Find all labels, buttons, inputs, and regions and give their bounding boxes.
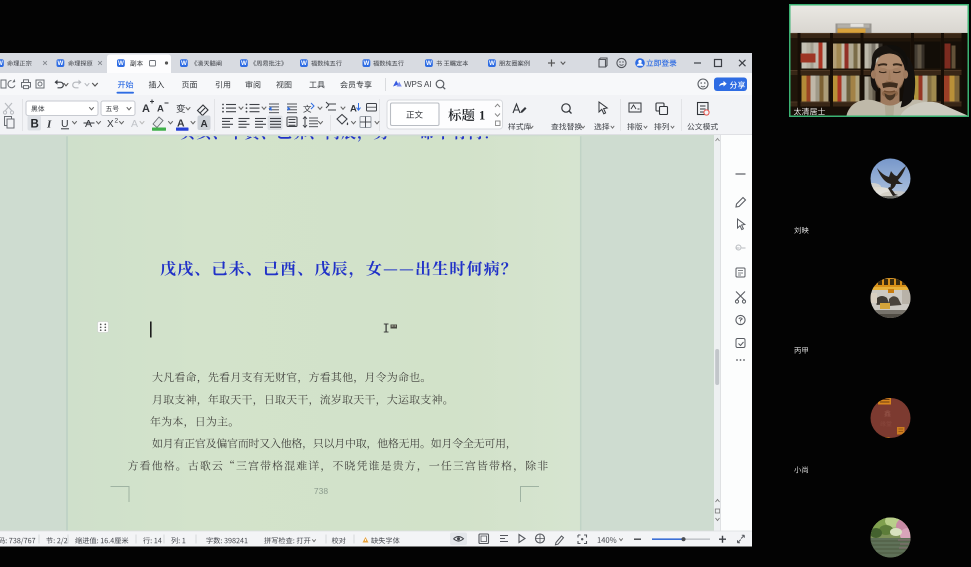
svg-text:W: W	[301, 60, 307, 67]
svg-text:W: W	[57, 60, 63, 67]
svg-text:W: W	[241, 60, 247, 67]
svg-text:X: X	[107, 119, 114, 130]
svg-text:I: I	[46, 119, 52, 131]
svg-text:W: W	[118, 60, 124, 67]
svg-text:A: A	[131, 118, 138, 130]
svg-text:B: B	[31, 119, 39, 131]
svg-text:1: 1	[479, 109, 485, 123]
svg-text:738: 738	[314, 486, 328, 496]
svg-text:W: W	[489, 60, 495, 67]
svg-text:A: A	[157, 104, 164, 115]
svg-text:W: W	[181, 60, 187, 67]
svg-text:U: U	[61, 118, 69, 130]
svg-text:W: W	[0, 60, 3, 67]
svg-text:A: A	[85, 118, 92, 130]
svg-text:A: A	[350, 104, 357, 115]
svg-text:WPS AI: WPS AI	[404, 80, 432, 89]
svg-text:W: W	[363, 60, 369, 67]
svg-text:2: 2	[115, 118, 119, 125]
svg-text:A: A	[142, 103, 150, 115]
svg-text:W: W	[426, 60, 432, 67]
svg-text:A: A	[201, 119, 208, 130]
